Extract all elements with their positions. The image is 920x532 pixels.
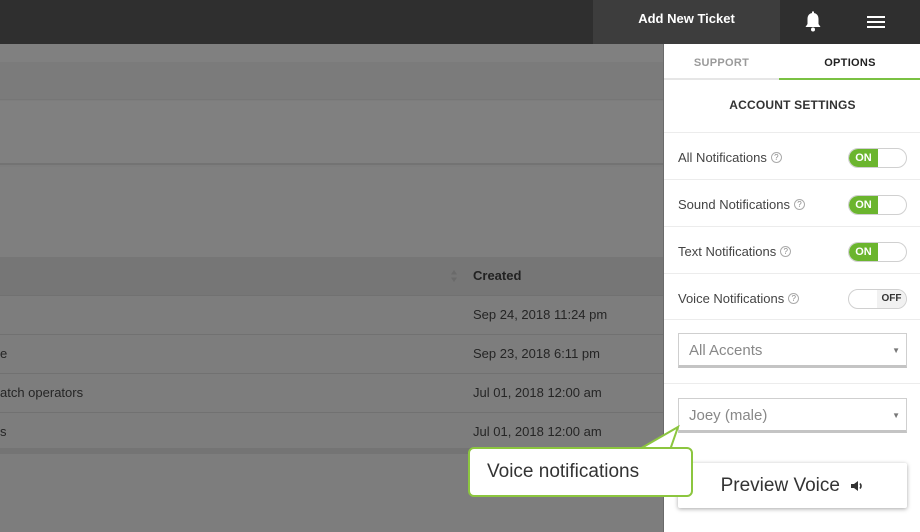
setting-text-notifications: Text Notifications? ON bbox=[664, 226, 920, 273]
text-notifications-toggle[interactable]: ON bbox=[848, 242, 907, 262]
help-icon[interactable]: ? bbox=[780, 246, 792, 257]
select-value: Joey (male) bbox=[689, 407, 768, 424]
all-notifications-toggle[interactable]: ON bbox=[848, 148, 907, 168]
preview-voice-label: Preview Voice bbox=[720, 475, 840, 496]
voice-select[interactable]: Joey (male) ▼ bbox=[678, 398, 907, 433]
speaker-icon bbox=[851, 481, 863, 491]
ticket-title: s bbox=[0, 424, 7, 439]
toggle-state: ON bbox=[849, 149, 878, 167]
setting-label: Text Notifications bbox=[678, 244, 777, 259]
ticket-title: atch operators bbox=[0, 385, 84, 400]
preview-voice-button[interactable]: Preview Voice bbox=[678, 463, 907, 508]
ticket-created-date: Sep 23, 2018 6:11 pm bbox=[473, 346, 600, 361]
ticket-created-date: Jul 01, 2018 12:00 am bbox=[473, 424, 602, 439]
bell-icon[interactable] bbox=[803, 11, 823, 33]
page-band bbox=[0, 167, 663, 257]
hamburger-menu-icon[interactable] bbox=[866, 14, 886, 30]
setting-voice-notifications: Voice Notifications? OFF bbox=[664, 273, 920, 320]
table-row[interactable]: e Sep 23, 2018 6:11 pm bbox=[0, 334, 663, 373]
column-header-created[interactable]: Created bbox=[473, 268, 521, 283]
setting-all-notifications: All Notifications? ON bbox=[664, 132, 920, 179]
chevron-down-icon: ▼ bbox=[892, 411, 900, 420]
section-title: ACCOUNT SETTINGS bbox=[729, 98, 856, 112]
add-new-ticket-button[interactable]: Add New Ticket bbox=[593, 0, 780, 44]
page-band bbox=[0, 44, 663, 62]
voice-notifications-toggle[interactable]: OFF bbox=[848, 289, 907, 309]
setting-label: Voice Notifications bbox=[678, 291, 785, 306]
voice-row: Joey (male) ▼ bbox=[664, 383, 920, 453]
help-icon[interactable]: ? bbox=[794, 199, 806, 210]
top-bar: Add New Ticket bbox=[0, 0, 920, 44]
toggle-state: ON bbox=[849, 196, 878, 214]
accent-row: All Accents ▼ bbox=[664, 319, 920, 383]
select-value: All Accents bbox=[689, 342, 763, 359]
tooltip-callout: Voice notifications bbox=[468, 447, 693, 497]
options-panel: SUPPORT OPTIONS ACCOUNT SETTINGS All Not… bbox=[663, 44, 920, 532]
tab-options[interactable]: OPTIONS bbox=[779, 44, 920, 80]
ticket-title: e bbox=[0, 346, 8, 361]
setting-sound-notifications: Sound Notifications? ON bbox=[664, 179, 920, 226]
panel-tabs: SUPPORT OPTIONS bbox=[664, 44, 920, 80]
help-icon[interactable]: ? bbox=[770, 152, 782, 163]
chevron-down-icon: ▼ bbox=[892, 346, 900, 355]
table-row[interactable]: s Jul 01, 2018 12:00 am bbox=[0, 412, 663, 451]
sort-icon[interactable] bbox=[450, 269, 458, 283]
table-header: Created bbox=[0, 257, 663, 295]
setting-label: Sound Notifications bbox=[678, 197, 791, 212]
help-icon[interactable]: ? bbox=[788, 293, 800, 304]
ticket-created-date: Sep 24, 2018 11:24 pm bbox=[473, 307, 608, 322]
toggle-state: OFF bbox=[877, 290, 906, 308]
table-row[interactable]: atch operators Jul 01, 2018 12:00 am bbox=[0, 373, 663, 412]
toggle-state: ON bbox=[849, 243, 878, 261]
setting-label: All Notifications bbox=[678, 150, 767, 165]
sound-notifications-toggle[interactable]: ON bbox=[848, 195, 907, 215]
table-row[interactable]: Sep 24, 2018 11:24 pm bbox=[0, 295, 663, 334]
page-band bbox=[0, 62, 663, 100]
tooltip-text: Voice notifications bbox=[487, 461, 640, 482]
tab-support[interactable]: SUPPORT bbox=[664, 44, 779, 80]
page-band bbox=[0, 101, 663, 165]
ticket-created-date: Jul 01, 2018 12:00 am bbox=[473, 385, 602, 400]
accent-select[interactable]: All Accents ▼ bbox=[678, 333, 907, 368]
